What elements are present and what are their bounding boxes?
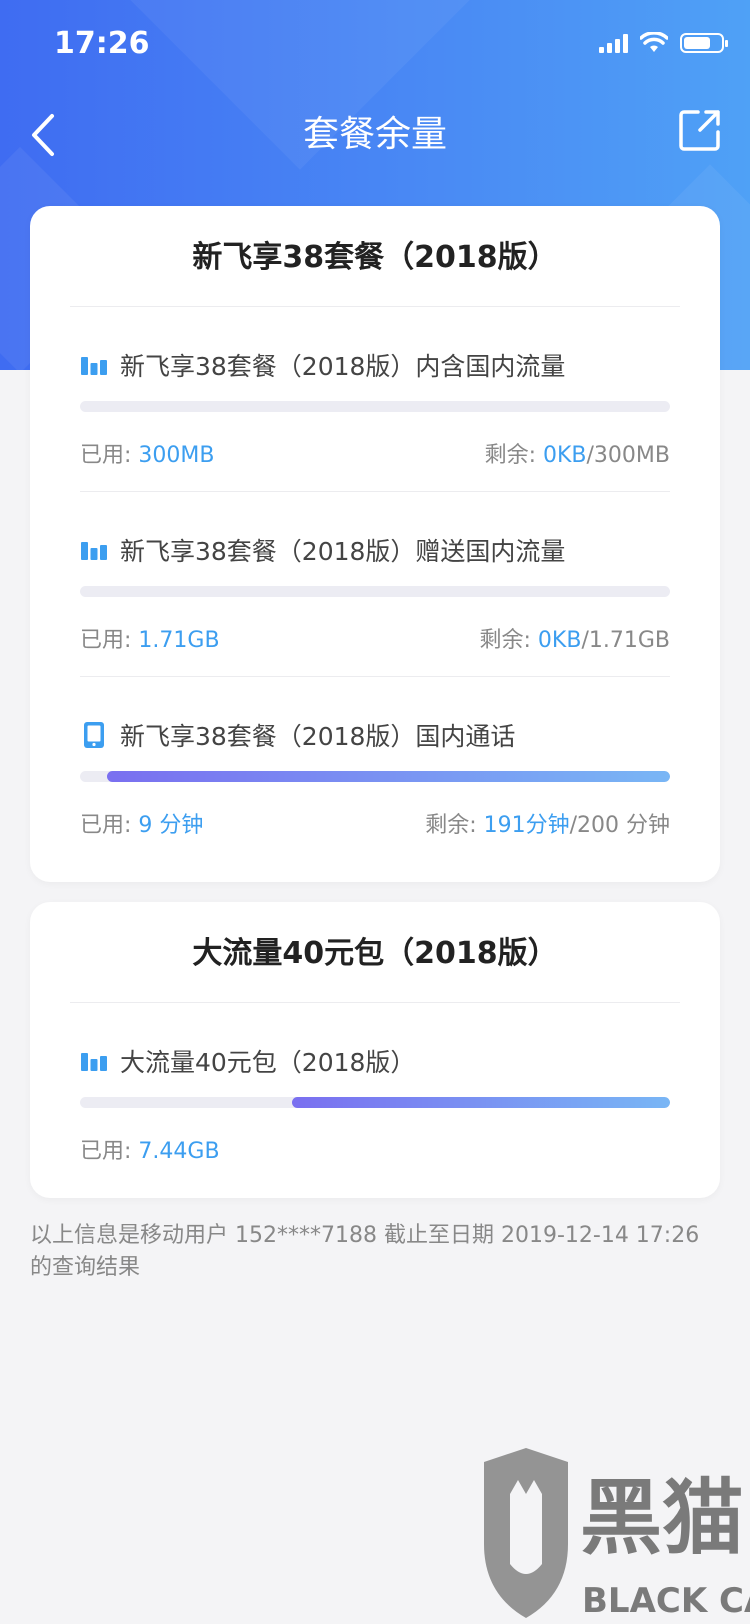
status-bar: 17:26 [0, 0, 750, 90]
plan-title: 大流量40元包（2018版） [192, 936, 558, 971]
svg-text:BLACK CAT: BLACK CAT [582, 1581, 750, 1621]
query-footnote: 以上信息是移动用户 152****7188 截止至日期 2019-12-14 1… [30, 1223, 700, 1280]
bar-chart-icon [81, 357, 107, 375]
remaining-value: 191分钟 [483, 813, 570, 838]
used-text: 已用: 7.44GB [80, 1139, 220, 1164]
svg-text:黑猫: 黑猫 [580, 1471, 744, 1566]
status-icons [599, 32, 728, 54]
bar-chart-icon [81, 1053, 107, 1071]
total-value: /200 分钟 [569, 813, 670, 838]
remaining-text: 剩余: 191分钟/200 分钟 [425, 813, 670, 838]
total-value: /300MB [586, 443, 670, 468]
usage-item-name: 大流量40元包（2018版） [120, 1048, 416, 1077]
battery-icon [680, 33, 728, 53]
navigation-bar: 套餐余量 [0, 90, 750, 180]
usage-item[interactable]: 新飞享38套餐（2018版）赠送国内流量 已用: 1.71GB 剩余: 0KB/… [80, 491, 670, 676]
usage-item[interactable]: 新飞享38套餐（2018版）内含国内流量 已用: 300MB 剩余: 0KB/3… [80, 307, 670, 491]
phone-icon [84, 722, 104, 748]
used-value: 9 分钟 [138, 813, 204, 838]
usage-item-name: 新飞享38套餐（2018版）赠送国内流量 [120, 537, 566, 566]
usage-item-name: 新飞享38套餐（2018版）内含国内流量 [120, 352, 566, 381]
used-text: 已用: 300MB [80, 443, 215, 468]
page-title: 套餐余量 [302, 114, 447, 155]
bar-chart-icon [81, 542, 107, 560]
plan-card: 新飞享38套餐（2018版） 新飞享38套餐（2018版）内含国内流量 已用: … [30, 206, 720, 882]
total-value: /1.71GB [581, 628, 670, 653]
remaining-text: 剩余: 0KB/1.71GB [479, 628, 670, 653]
usage-progress-bar [80, 1097, 670, 1108]
usage-item-name: 新飞享38套餐（2018版）国内通话 [120, 722, 516, 751]
used-value: 1.71GB [138, 628, 220, 653]
remaining-text: 剩余: 0KB/300MB [484, 443, 670, 468]
usage-progress-bar [80, 401, 670, 412]
used-value: 300MB [138, 443, 215, 468]
remaining-value: 0KB [542, 443, 587, 468]
used-text: 已用: 9 分钟 [80, 813, 204, 838]
usage-item[interactable]: 新飞享38套餐（2018版）国内通话 已用: 9 分钟 剩余: 191分钟/20… [80, 676, 670, 861]
used-value: 7.44GB [138, 1139, 220, 1164]
used-text: 已用: 1.71GB [80, 628, 220, 653]
usage-progress-bar [80, 771, 670, 782]
usage-progress-bar [80, 586, 670, 597]
plan-card: 大流量40元包（2018版） 大流量40元包（2018版） 已用: 7.44GB [30, 902, 720, 1198]
remaining-value: 0KB [537, 628, 582, 653]
cellular-signal-icon [599, 33, 628, 53]
usage-item[interactable]: 大流量40元包（2018版） 已用: 7.44GB [80, 1003, 670, 1187]
share-icon[interactable] [678, 108, 722, 152]
wifi-icon [640, 32, 668, 52]
black-cat-watermark-logo: 黑猫 BLACK CAT [484, 1448, 750, 1621]
status-time: 17:26 [54, 26, 150, 61]
plan-title: 新飞享38套餐（2018版） [192, 240, 558, 275]
